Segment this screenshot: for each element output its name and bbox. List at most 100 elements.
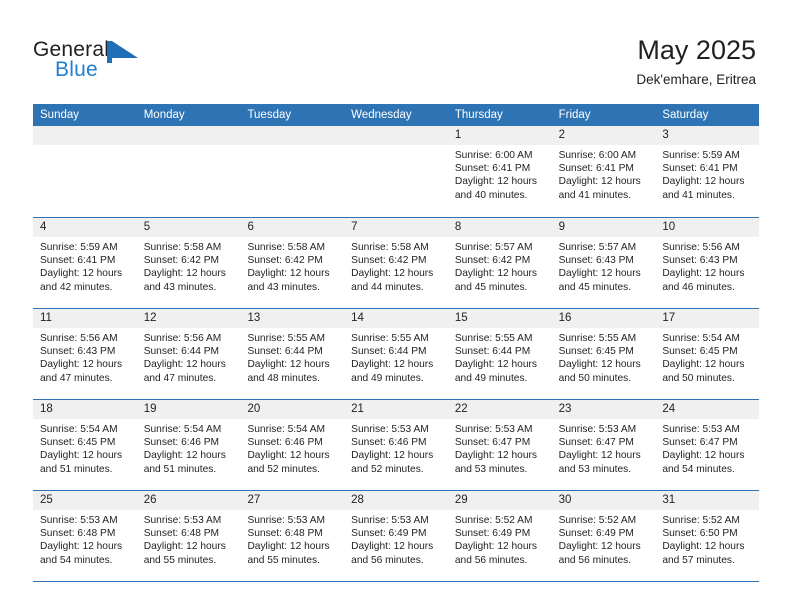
day-cell[interactable]: 5 Sunrise: 5:58 AM Sunset: 6:42 PM Daylight… <box>136 218 241 308</box>
day-cell[interactable]: 7 Sunrise: 5:58 AM Sunset: 6:42 PM Daylight… <box>344 218 448 308</box>
day-cell[interactable]: 29 Sunrise: 5:52 AM Sunset: 6:49 PM Dayligh… <box>447 491 552 581</box>
calendar-page: General Blue May 2025 Dek'emhare, Eritre… <box>0 0 792 612</box>
day-cell[interactable]: 2 Sunrise: 6:00 AM Sunset: 6:41 PM Daylight… <box>551 126 656 217</box>
day-cell[interactable]: 18 Sunrise: 5:54 AM Sunset: 6:45 PM Dayligh… <box>33 400 137 490</box>
day-detail-line: Daylight: 12 hours <box>662 541 745 553</box>
day-detail-line: Daylight: 12 hours <box>454 359 537 371</box>
day-detail-line: Sunset: 6:47 PM <box>454 437 531 449</box>
day-detail-line: and 56 minutes. <box>351 554 424 566</box>
day-number: 11 <box>40 312 52 324</box>
day-cell[interactable]: 24 Sunrise: 5:53 AM Sunset: 6:47 PM Dayligh… <box>655 400 760 490</box>
day-number: 28 <box>351 494 364 506</box>
day-cell[interactable]: 25 Sunrise: 5:53 AM Sunset: 6:48 PM Dayligh… <box>33 491 137 581</box>
day-detail-line: and 52 minutes. <box>247 463 320 475</box>
day-number-band: 12 <box>136 309 241 328</box>
day-cell[interactable]: 10 Sunrise: 5:56 AM Sunset: 6:43 PM Dayligh… <box>655 218 760 308</box>
day-number-band: 17 <box>655 309 760 328</box>
weekday-header-tuesday: Tuesday <box>247 109 292 121</box>
day-number-band: 18 <box>33 400 137 419</box>
day-detail-line: Daylight: 12 hours <box>247 541 330 553</box>
day-cell[interactable]: 16 Sunrise: 5:55 AM Sunset: 6:45 PM Dayligh… <box>551 309 656 399</box>
day-number: 6 <box>247 221 254 233</box>
day-cell[interactable]: 6 Sunrise: 5:58 AM Sunset: 6:42 PM Daylight… <box>240 218 345 308</box>
day-detail-line: Daylight: 12 hours <box>143 450 226 462</box>
day-cell[interactable]: 15 Sunrise: 5:55 AM Sunset: 6:44 PM Dayligh… <box>447 309 552 399</box>
day-detail-line: Daylight: 12 hours <box>351 359 434 371</box>
day-cell[interactable]: 22 Sunrise: 5:53 AM Sunset: 6:47 PM Dayligh… <box>447 400 552 490</box>
day-detail-line: and 44 minutes. <box>351 281 424 293</box>
day-detail-line: Daylight: 12 hours <box>143 541 226 553</box>
day-cell-empty <box>240 126 345 217</box>
day-number: 4 <box>40 221 47 233</box>
day-details <box>33 145 137 149</box>
day-cell[interactable]: 26 Sunrise: 5:53 AM Sunset: 6:48 PM Dayligh… <box>136 491 241 581</box>
day-detail-line: Sunrise: 5:58 AM <box>143 242 222 253</box>
day-details: Sunrise: 5:55 AM Sunset: 6:44 PM Daylight:… <box>448 328 552 385</box>
day-cell[interactable]: 11 Sunrise: 5:56 AM Sunset: 6:43 PM Dayligh… <box>33 309 137 399</box>
weekday-header-wednesday: Wednesday <box>351 109 412 121</box>
day-cell[interactable]: 4 Sunrise: 5:59 AM Sunset: 6:41 PM Daylight… <box>33 218 137 308</box>
day-cell[interactable]: 17 Sunrise: 5:54 AM Sunset: 6:45 PM Dayligh… <box>655 309 760 399</box>
day-detail-line: Sunset: 6:43 PM <box>558 255 634 267</box>
day-cell[interactable]: 1 Sunrise: 6:00 AM Sunset: 6:41 PM Daylight… <box>447 126 552 217</box>
day-detail-line: Sunrise: 5:57 AM <box>454 242 533 253</box>
day-number-band: 10 <box>655 218 760 237</box>
day-cell[interactable]: 9 Sunrise: 5:57 AM Sunset: 6:43 PM Daylight… <box>551 218 656 308</box>
day-detail-line: and 45 minutes. <box>454 281 528 293</box>
day-detail-line: Sunset: 6:45 PM <box>558 346 634 358</box>
day-number-band: 8 <box>447 218 552 237</box>
day-cell[interactable]: 21 Sunrise: 5:53 AM Sunset: 6:46 PM Dayligh… <box>344 400 448 490</box>
day-number-band: 28 <box>344 491 448 510</box>
day-detail-line: Daylight: 12 hours <box>351 450 434 462</box>
day-number-band: 16 <box>551 309 656 328</box>
day-detail-line: and 53 minutes. <box>454 463 528 475</box>
day-cell[interactable]: 19 Sunrise: 5:54 AM Sunset: 6:46 PM Dayligh… <box>136 400 241 490</box>
day-detail-line: and 42 minutes. <box>40 281 113 293</box>
day-number-band: 21 <box>344 400 448 419</box>
day-detail-line: Daylight: 12 hours <box>558 359 641 371</box>
day-details: Sunrise: 5:54 AM Sunset: 6:45 PM Daylight:… <box>655 328 759 385</box>
day-number: 29 <box>454 494 468 506</box>
day-detail-line: and 41 minutes. <box>662 189 735 201</box>
day-detail-line: and 49 minutes. <box>454 372 528 384</box>
day-number-band: 7 <box>344 218 448 237</box>
day-number-band: 27 <box>240 491 345 510</box>
day-cell[interactable]: 20 Sunrise: 5:54 AM Sunset: 6:46 PM Dayligh… <box>240 400 345 490</box>
day-detail-line: Sunrise: 5:52 AM <box>454 515 533 526</box>
day-detail-line: Sunrise: 5:56 AM <box>662 242 740 253</box>
day-number-band: 30 <box>551 491 656 510</box>
day-detail-line: Daylight: 12 hours <box>40 541 123 553</box>
day-detail-line: Daylight: 12 hours <box>40 268 123 280</box>
day-number-band: 24 <box>655 400 760 419</box>
day-details: Sunrise: 6:00 AM Sunset: 6:41 PM Daylight:… <box>448 145 552 202</box>
weekday-header-thursday: Thursday <box>454 109 503 121</box>
day-cell[interactable]: 31 Sunrise: 5:52 AM Sunset: 6:50 PM Dayligh… <box>655 491 760 581</box>
day-detail-line: Sunset: 6:43 PM <box>40 346 116 358</box>
day-number-band: 25 <box>33 491 137 510</box>
day-number-band: 20 <box>240 400 345 419</box>
day-detail-line: Sunset: 6:50 PM <box>662 528 738 540</box>
day-number: 15 <box>454 312 468 324</box>
day-cell[interactable]: 28 Sunrise: 5:53 AM Sunset: 6:49 PM Dayligh… <box>344 491 448 581</box>
day-detail-line: Sunset: 6:46 PM <box>143 437 220 449</box>
day-number: 20 <box>247 403 261 415</box>
day-detail-line: Sunset: 6:42 PM <box>247 255 323 267</box>
day-details: Sunrise: 5:53 AM Sunset: 6:48 PM Daylight:… <box>137 510 241 567</box>
day-cell[interactable]: 30 Sunrise: 5:52 AM Sunset: 6:49 PM Dayligh… <box>551 491 656 581</box>
day-cell[interactable]: 8 Sunrise: 5:57 AM Sunset: 6:42 PM Daylight… <box>447 218 552 308</box>
day-details: Sunrise: 5:54 AM Sunset: 6:45 PM Daylight:… <box>33 419 137 476</box>
day-cell[interactable]: 3 Sunrise: 5:59 AM Sunset: 6:41 PM Daylight… <box>655 126 760 217</box>
day-cell[interactable]: 27 Sunrise: 5:53 AM Sunset: 6:48 PM Dayligh… <box>240 491 345 581</box>
day-detail-line: and 55 minutes. <box>143 554 217 566</box>
day-detail-line: and 41 minutes. <box>558 189 632 201</box>
day-cell[interactable]: 12 Sunrise: 5:56 AM Sunset: 6:44 PM Dayligh… <box>136 309 241 399</box>
day-detail-line: Daylight: 12 hours <box>247 268 330 280</box>
day-detail-line: Sunrise: 5:53 AM <box>143 515 222 526</box>
day-detail-line: Sunset: 6:48 PM <box>40 528 116 540</box>
day-cell[interactable]: 23 Sunrise: 5:53 AM Sunset: 6:47 PM Dayligh… <box>551 400 656 490</box>
weekday-header-friday: Friday <box>558 109 591 121</box>
day-number: 10 <box>662 221 676 233</box>
day-cell[interactable]: 13 Sunrise: 5:55 AM Sunset: 6:44 PM Dayligh… <box>240 309 345 399</box>
brand-logo[interactable]: General Blue <box>33 38 213 90</box>
day-cell[interactable]: 14 Sunrise: 5:55 AM Sunset: 6:44 PM Dayligh… <box>344 309 448 399</box>
